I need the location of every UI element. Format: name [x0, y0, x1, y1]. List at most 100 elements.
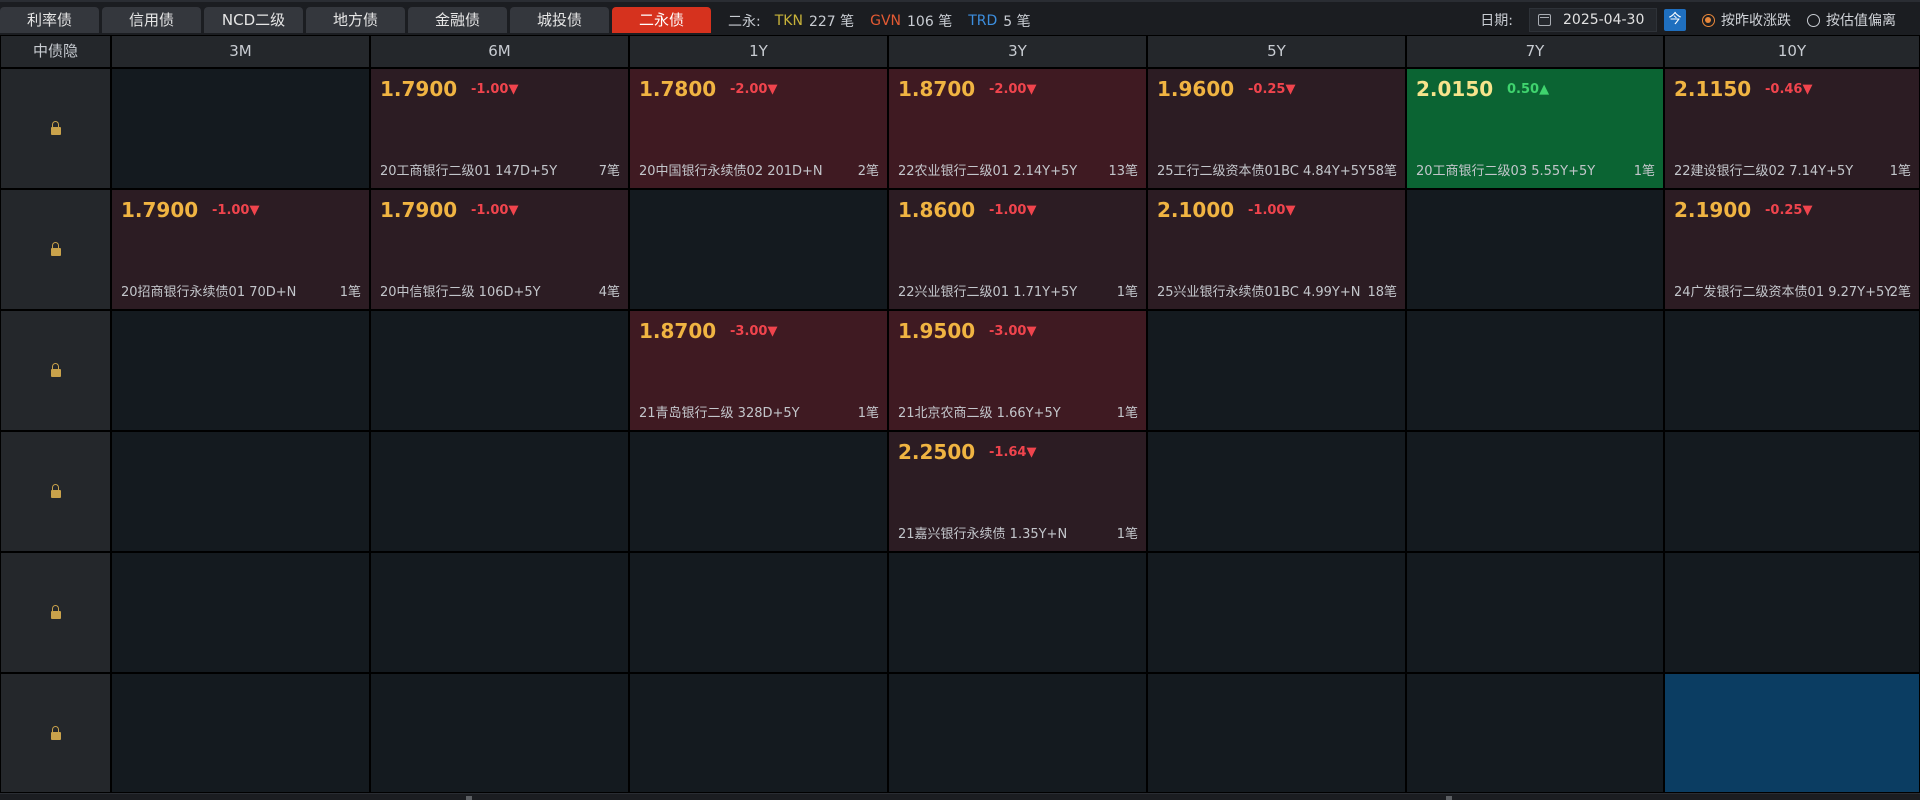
trade-count: 1笔: [339, 285, 361, 300]
empty-cell[interactable]: [629, 431, 888, 552]
empty-cell[interactable]: [1664, 552, 1920, 673]
trade-count: 1笔: [1116, 285, 1138, 300]
empty-cell[interactable]: [629, 552, 888, 673]
lock-icon: [50, 484, 61, 498]
trade-count: 13笔: [1108, 164, 1138, 179]
yield-change: -1.00▼: [212, 203, 260, 218]
empty-cell[interactable]: [111, 68, 370, 189]
sort-by-valuation-radio[interactable]: 按估值偏离: [1807, 10, 1896, 30]
empty-cell[interactable]: [370, 310, 629, 431]
summary-label: 二永:: [728, 14, 761, 30]
yield-price: 1.7900: [380, 77, 458, 101]
bond-name: 21嘉兴银行永续债 1.35Y+N: [898, 527, 1068, 542]
quote-cell[interactable]: 1.8700 -2.00▼ 22农业银行二级01 2.14Y+5Y 13笔: [888, 68, 1147, 189]
quote-cell[interactable]: 1.8700 -3.00▼ 21青岛银行二级 328D+5Y 1笔: [629, 310, 888, 431]
empty-cell[interactable]: [111, 673, 370, 793]
column-header-6M: 6M: [370, 35, 629, 68]
trade-count: 18笔: [1367, 285, 1397, 300]
empty-cell[interactable]: [629, 189, 888, 310]
row-lock-toggle[interactable]: [0, 68, 111, 189]
tab-2[interactable]: NCD二级: [204, 7, 303, 33]
quote-cell[interactable]: 2.1000 -1.00▼ 25兴业银行永续债01BC 4.99Y+N 18笔: [1147, 189, 1406, 310]
empty-cell[interactable]: [1406, 189, 1664, 310]
today-button[interactable]: 今: [1664, 9, 1686, 31]
empty-cell[interactable]: [1664, 310, 1920, 431]
yield-price: 2.2500: [898, 440, 976, 464]
tab-4[interactable]: 金融债: [408, 7, 507, 33]
empty-cell[interactable]: [1406, 552, 1664, 673]
quote-cell[interactable]: 1.9500 -3.00▼ 21北京农商二级 1.66Y+5Y 1笔: [888, 310, 1147, 431]
tab-3[interactable]: 地方债: [306, 7, 405, 33]
empty-cell[interactable]: [111, 552, 370, 673]
bond-name: 20工商银行二级03 5.55Y+5Y: [1416, 164, 1596, 179]
empty-cell[interactable]: [370, 431, 629, 552]
empty-cell[interactable]: [1147, 310, 1406, 431]
row-lock-toggle[interactable]: [0, 673, 111, 793]
scroll-thumb[interactable]: [466, 796, 472, 800]
empty-cell[interactable]: [1406, 673, 1664, 793]
yield-price: 1.9600: [1157, 77, 1235, 101]
empty-cell[interactable]: [888, 552, 1147, 673]
lock-icon: [50, 605, 61, 619]
yield-change: -3.00▼: [730, 324, 778, 339]
tab-1[interactable]: 信用债: [102, 7, 201, 33]
empty-cell[interactable]: [888, 673, 1147, 793]
quote-grid: 中债隐 3M 6M 1Y 3Y 5Y 7Y 10Y 1.7900 -1.00▼ 20工商银行二级01…: [0, 35, 1920, 793]
horizontal-scrollbar[interactable]: [0, 793, 1920, 800]
bond-name: 25兴业银行永续债01BC 4.99Y+N: [1157, 285, 1361, 300]
quote-cell[interactable]: 1.8600 -1.00▼ 22兴业银行二级01 1.71Y+5Y 1笔: [888, 189, 1147, 310]
empty-cell[interactable]: [629, 673, 888, 793]
quote-cell[interactable]: 2.2500 -1.64▼ 21嘉兴银行永续债 1.35Y+N 1笔: [888, 431, 1147, 552]
quote-cell[interactable]: 2.1900 -0.25▼ 24广发银行二级资本债01 9.27Y+5Y 2笔: [1664, 189, 1920, 310]
empty-cell[interactable]: [1664, 673, 1920, 793]
yield-price: 1.9500: [898, 319, 976, 343]
empty-cell[interactable]: [370, 552, 629, 673]
date-picker[interactable]: 2025-04-30: [1529, 8, 1657, 32]
quote-cell[interactable]: 2.0150 0.50▲ 20工商银行二级03 5.55Y+5Y 1笔: [1406, 68, 1664, 189]
row-lock-toggle[interactable]: [0, 431, 111, 552]
column-header-3M: 3M: [111, 35, 370, 68]
quote-cell[interactable]: 2.1150 -0.46▼ 22建设银行二级02 7.14Y+5Y 1笔: [1664, 68, 1920, 189]
empty-cell[interactable]: [1147, 673, 1406, 793]
empty-cell[interactable]: [1406, 431, 1664, 552]
bond-name: 21北京农商二级 1.66Y+5Y: [898, 406, 1061, 421]
yield-change: -2.00▼: [989, 82, 1037, 97]
scroll-thumb[interactable]: [1446, 796, 1452, 800]
lock-icon: [50, 242, 61, 256]
yield-change: -3.00▼: [989, 324, 1037, 339]
trade-summary: 二永: TKN 227 笔 GVN 106 笔 TRD 5 笔: [728, 11, 1047, 31]
yield-change: -0.25▼: [1765, 203, 1813, 218]
quote-cell[interactable]: 1.9600 -0.25▼ 25工行二级资本债01BC 4.84Y+5Y 58笔: [1147, 68, 1406, 189]
empty-cell[interactable]: [1147, 431, 1406, 552]
lock-icon: [50, 363, 61, 377]
quote-cell[interactable]: 1.7900 -1.00▼ 20招商银行永续债01 70D+N 1笔: [111, 189, 370, 310]
tab-0[interactable]: 利率债: [0, 7, 99, 33]
category-tabs: 利率债 信用债 NCD二级 地方债 金融债 城投债 二永债: [0, 7, 714, 33]
empty-cell[interactable]: [1147, 552, 1406, 673]
row-lock-toggle[interactable]: [0, 189, 111, 310]
yield-price: 1.8700: [898, 77, 976, 101]
row-lock-toggle[interactable]: [0, 310, 111, 431]
yield-price: 1.7900: [121, 198, 199, 222]
bond-name: 21青岛银行二级 328D+5Y: [639, 406, 800, 421]
quote-cell[interactable]: 1.7900 -1.00▼ 20中信银行二级 106D+5Y 4笔: [370, 189, 629, 310]
tab-5[interactable]: 城投债: [510, 7, 609, 33]
tab-6[interactable]: 二永债: [612, 7, 711, 33]
row-lock-toggle[interactable]: [0, 552, 111, 673]
column-header-1Y: 1Y: [629, 35, 888, 68]
quote-cell[interactable]: 1.7900 -1.00▼ 20工商银行二级01 147D+5Y 7笔: [370, 68, 629, 189]
yield-price: 1.7800: [639, 77, 717, 101]
radio-selected-icon: [1702, 13, 1715, 27]
empty-cell[interactable]: [370, 673, 629, 793]
trade-count: 1笔: [1633, 164, 1655, 179]
trd-count: 5 笔: [1003, 14, 1031, 30]
yield-price: 1.8600: [898, 198, 976, 222]
empty-cell[interactable]: [111, 431, 370, 552]
yield-change: 0.50▲: [1507, 82, 1550, 97]
quote-cell[interactable]: 1.7800 -2.00▼ 20中国银行永续债02 201D+N 2笔: [629, 68, 888, 189]
empty-cell[interactable]: [1664, 431, 1920, 552]
empty-cell[interactable]: [1406, 310, 1664, 431]
empty-cell[interactable]: [111, 310, 370, 431]
sort-by-prev-close-radio[interactable]: 按昨收涨跌: [1702, 10, 1791, 30]
radio-unselected-icon: [1807, 13, 1820, 27]
